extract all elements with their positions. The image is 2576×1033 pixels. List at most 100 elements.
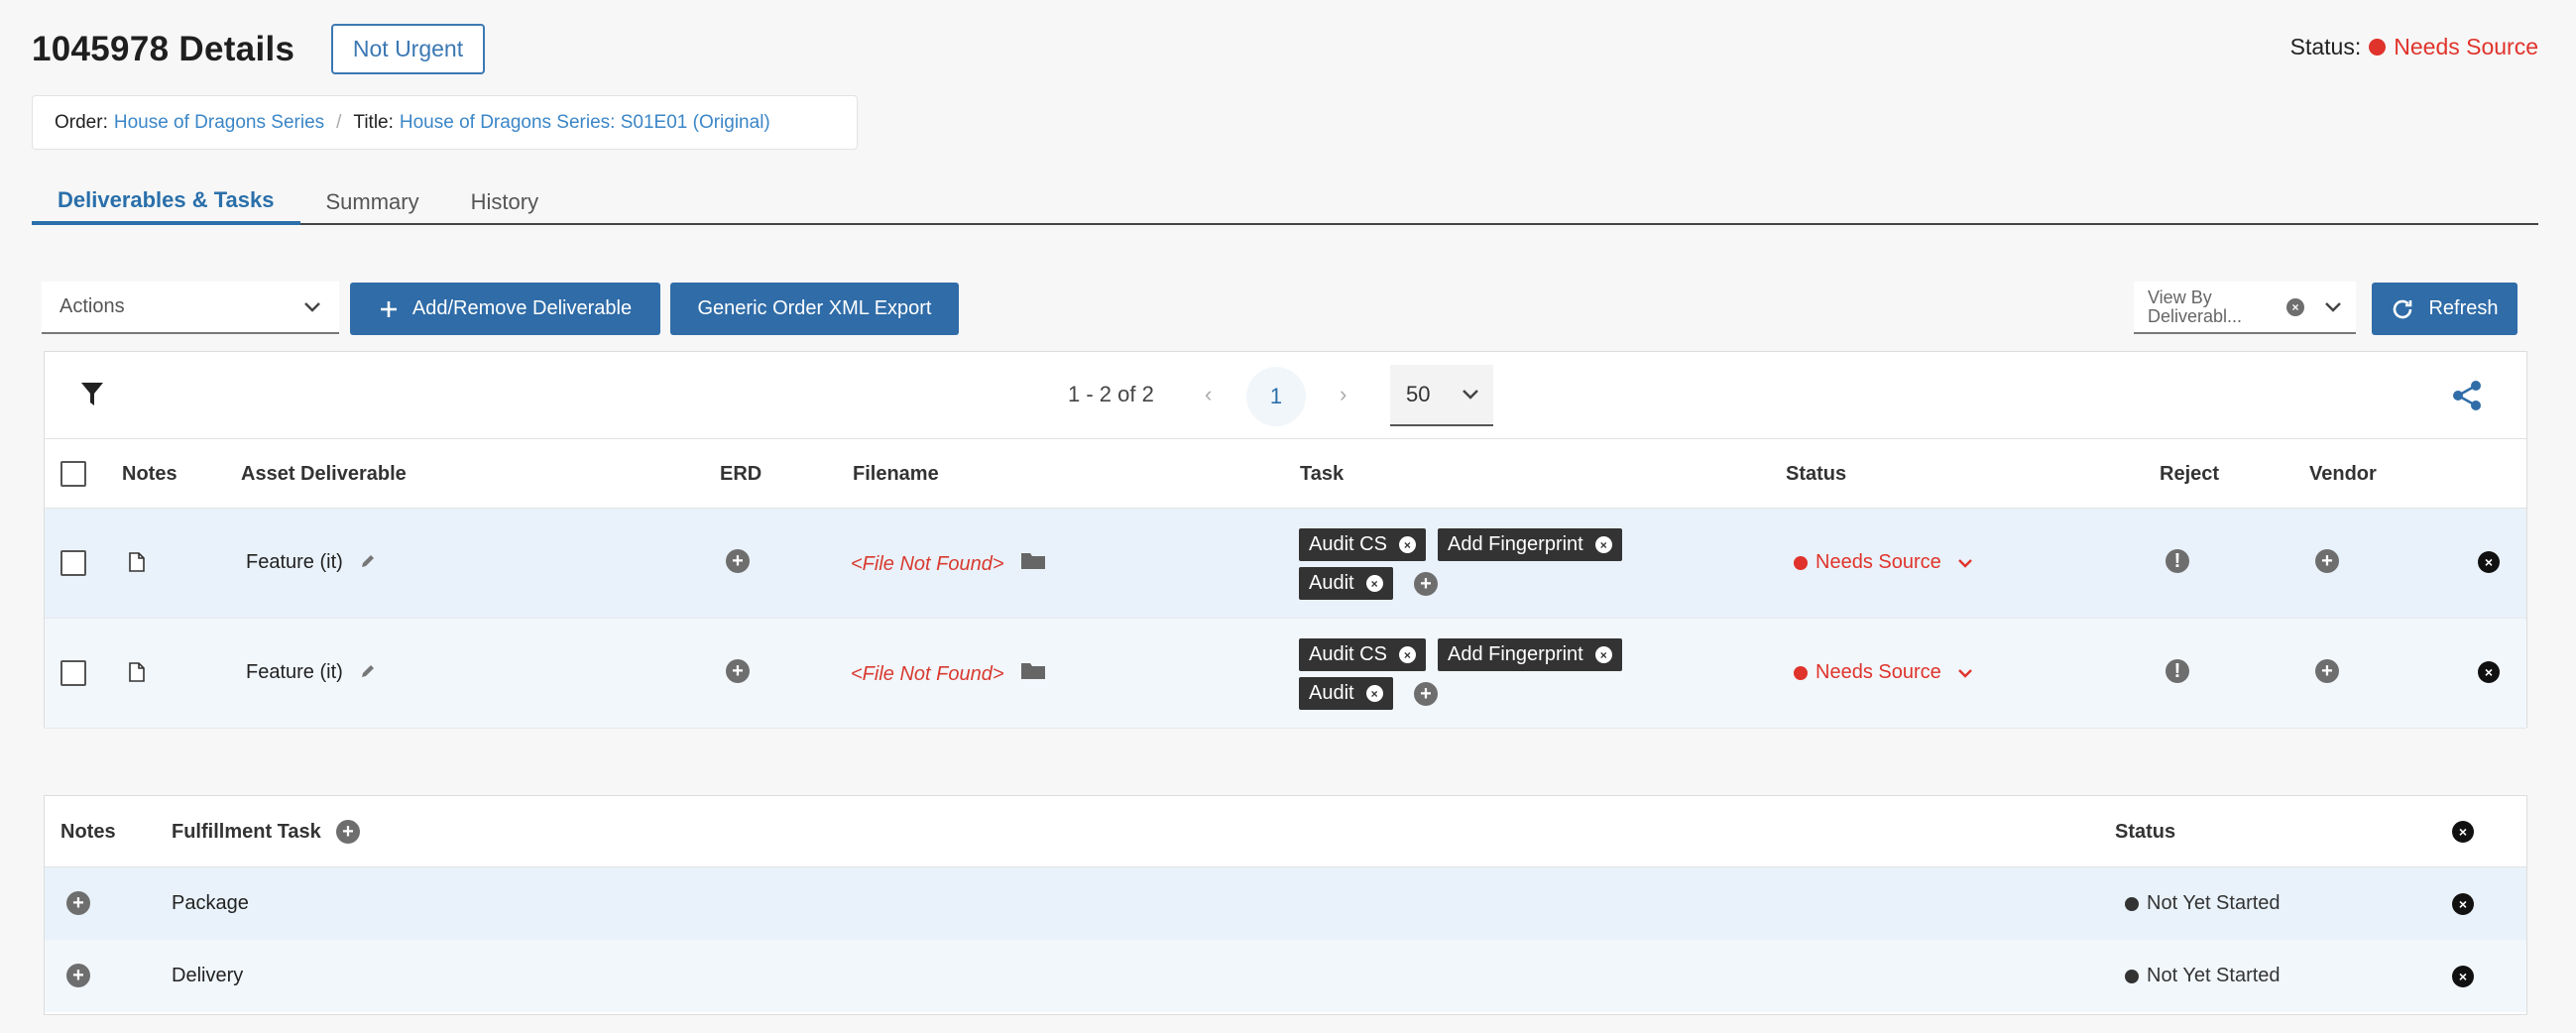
pencil-icon[interactable] — [360, 553, 376, 569]
col-asset-deliverable: Asset Deliverable — [241, 463, 407, 485]
table-row: Feature (it) + <File Not Found> Audit CS… — [45, 509, 2526, 619]
col-vendor: Vendor — [2309, 463, 2377, 485]
row-checkbox[interactable] — [60, 550, 86, 576]
row-checkbox[interactable] — [60, 660, 86, 686]
refresh-button[interactable]: Refresh — [2372, 283, 2517, 335]
remove-all-icon[interactable]: × — [2452, 821, 2474, 843]
prev-page-button[interactable]: ‹ — [1205, 382, 1212, 407]
remove-row-icon[interactable]: × — [2452, 966, 2474, 987]
task-chip-label: Audit — [1309, 682, 1354, 704]
add-task-icon[interactable]: + — [1414, 682, 1438, 706]
row-status-dropdown[interactable]: Needs Source — [1794, 551, 1973, 574]
table-row: Feature (it) + <File Not Found> Audit CS… — [45, 619, 2526, 729]
status-dot-icon — [2125, 896, 2139, 911]
add-note-icon[interactable]: + — [66, 891, 90, 915]
asset-deliverable: Feature (it) — [246, 661, 343, 683]
document-icon[interactable] — [129, 662, 145, 682]
add-erd-icon[interactable]: + — [726, 659, 750, 683]
add-vendor-icon[interactable]: + — [2315, 659, 2339, 683]
col-filename: Filename — [853, 463, 939, 485]
tab-history[interactable]: History — [445, 178, 564, 225]
chevron-down-icon — [1957, 558, 1972, 568]
task-chip[interactable]: Audit CS × — [1299, 638, 1426, 671]
share-icon[interactable] — [2452, 380, 2482, 411]
clear-icon[interactable]: × — [2286, 297, 2304, 316]
per-page-select[interactable]: 50 — [1390, 365, 1493, 426]
folder-icon[interactable] — [1020, 550, 1046, 570]
select-all-checkbox[interactable] — [60, 461, 86, 487]
chevron-down-icon — [1957, 668, 1972, 678]
document-icon[interactable] — [129, 552, 145, 572]
xml-export-button[interactable]: Generic Order XML Export — [670, 283, 959, 335]
task-chip-label: Audit — [1309, 572, 1354, 594]
urgency-badge[interactable]: Not Urgent — [331, 24, 485, 74]
filename: <File Not Found> — [851, 663, 1004, 685]
task-chip-label: Add Fingerprint — [1448, 643, 1583, 665]
col-status: Status — [2115, 821, 2176, 843]
title-label: Title: — [353, 111, 394, 133]
close-icon[interactable]: × — [1365, 575, 1383, 592]
col-notes: Notes — [122, 463, 177, 485]
pencil-icon[interactable] — [360, 663, 376, 679]
task-chip[interactable]: Audit × — [1299, 677, 1393, 710]
deliverables-table: 1 - 2 of 2 ‹ 1 › 50 Notes Asset Delivera… — [44, 351, 2527, 729]
remove-row-icon[interactable]: × — [2452, 893, 2474, 915]
close-icon[interactable]: × — [1365, 685, 1383, 702]
task-chip-label: Add Fingerprint — [1448, 533, 1583, 555]
task-chip[interactable]: Add Fingerprint × — [1438, 638, 1622, 671]
add-remove-deliverable-button[interactable]: Add/Remove Deliverable — [350, 283, 660, 335]
add-erd-icon[interactable]: + — [726, 549, 750, 573]
reject-icon[interactable]: ! — [2166, 659, 2189, 683]
task-chip-label: Audit CS — [1309, 533, 1387, 555]
tab-summary[interactable]: Summary — [300, 178, 445, 225]
fulfillment-task: Delivery — [172, 965, 244, 986]
next-page-button[interactable]: › — [1340, 382, 1347, 407]
pagination-range: 1 - 2 of 2 — [1068, 382, 1154, 406]
status-value: Needs Source — [2394, 34, 2538, 59]
close-icon[interactable]: × — [1398, 646, 1416, 663]
col-task: Task — [1300, 463, 1345, 485]
close-icon[interactable]: × — [1594, 536, 1612, 553]
add-fulfillment-task-icon[interactable]: + — [336, 820, 360, 844]
chevron-down-icon — [304, 301, 320, 312]
fulfillment-status: Not Yet Started — [2125, 965, 2281, 987]
order-link[interactable]: House of Dragons Series — [114, 112, 324, 134]
row-status: Needs Source — [1815, 661, 1941, 683]
title-link[interactable]: House of Dragons Series: S01E01 (Origina… — [400, 112, 770, 134]
remove-row-icon[interactable]: × — [2478, 551, 2500, 573]
task-chip[interactable]: Add Fingerprint × — [1438, 528, 1622, 561]
fulfillment-status-text: Not Yet Started — [2147, 965, 2281, 986]
breadcrumb: Order: House of Dragons Series / Title: … — [32, 95, 858, 150]
actions-dropdown[interactable]: Actions — [42, 282, 339, 334]
status-dot-icon — [1794, 665, 1808, 680]
close-icon[interactable]: × — [1594, 646, 1612, 663]
view-by-select[interactable]: View By Deliverabl... × — [2134, 282, 2356, 334]
folder-icon[interactable] — [1020, 660, 1046, 680]
current-page-button[interactable]: 1 — [1246, 367, 1306, 426]
refresh-label: Refresh — [2428, 297, 2499, 319]
task-chip-label: Audit CS — [1309, 643, 1387, 665]
status-dot-icon — [2125, 969, 2139, 983]
add-task-icon[interactable]: + — [1414, 572, 1438, 596]
row-status-dropdown[interactable]: Needs Source — [1794, 661, 1973, 684]
task-chip[interactable]: Audit × — [1299, 567, 1393, 600]
status-dot-icon — [2369, 39, 2387, 56]
order-label: Order: — [55, 111, 108, 133]
list-item: + Delivery Not Yet Started × — [45, 940, 2526, 1012]
filter-icon[interactable] — [80, 382, 104, 407]
reject-icon[interactable]: ! — [2166, 549, 2189, 573]
table-toolbar: 1 - 2 of 2 ‹ 1 › 50 — [45, 352, 2526, 439]
close-icon[interactable]: × — [1398, 536, 1416, 553]
filename: <File Not Found> — [851, 553, 1004, 575]
page-title: 1045978 Details — [32, 30, 295, 68]
fulfillment-table: Notes Fulfillment Task + Status × + Pack… — [44, 795, 2527, 1015]
tab-bar: Deliverables & Tasks Summary History — [32, 178, 2538, 225]
tab-deliverables-tasks[interactable]: Deliverables & Tasks — [32, 178, 300, 225]
fulfillment-task: Package — [172, 892, 249, 914]
task-chip[interactable]: Audit CS × — [1299, 528, 1426, 561]
add-vendor-icon[interactable]: + — [2315, 549, 2339, 573]
remove-row-icon[interactable]: × — [2478, 661, 2500, 683]
asset-deliverable: Feature (it) — [246, 551, 343, 573]
table-header: Notes Asset Deliverable ERD Filename Tas… — [45, 439, 2526, 509]
add-note-icon[interactable]: + — [66, 964, 90, 987]
